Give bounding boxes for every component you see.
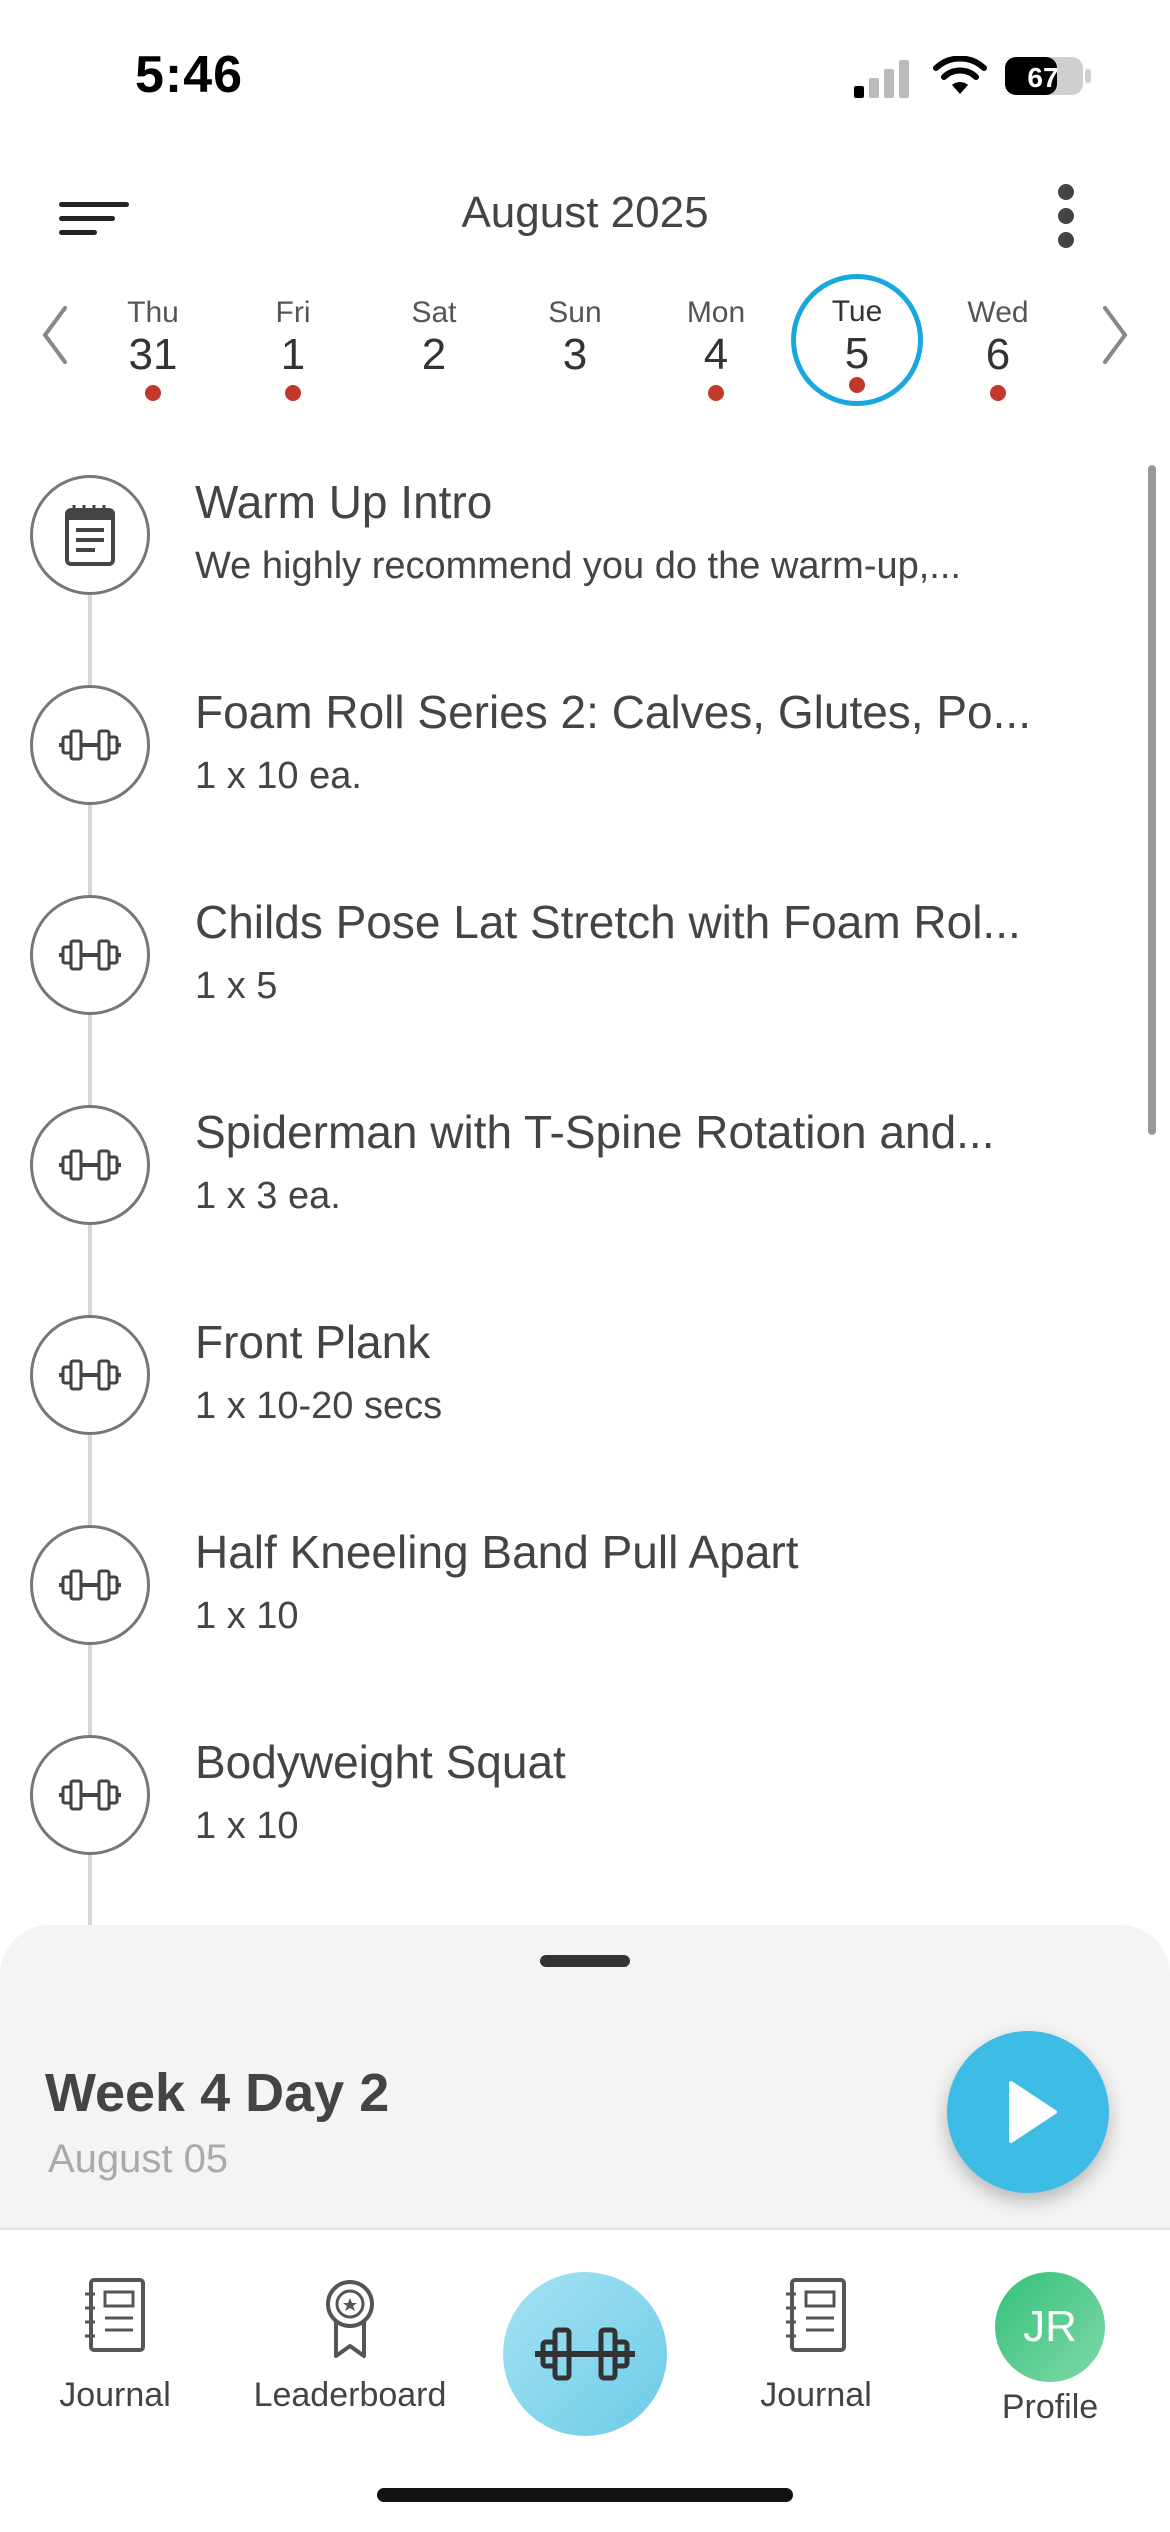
item-title: Half Kneeling Band Pull Apart: [195, 1526, 799, 1578]
dumbbell-icon: [59, 939, 121, 971]
dumbbell-icon: [59, 729, 121, 761]
avatar: JR: [995, 2272, 1105, 2382]
day-sat-2[interactable]: Sat 2: [374, 280, 494, 400]
item-icon-circle: [30, 1735, 150, 1855]
workout-date: August 05: [48, 2137, 229, 2181]
item-icon-circle: [30, 1525, 150, 1645]
day-number: 1: [280, 330, 306, 379]
dumbbell-icon: [535, 2327, 635, 2381]
day-name: Sun: [548, 296, 602, 329]
chevron-left-icon[interactable]: [35, 300, 75, 370]
item-subtitle: 1 x 10: [195, 1805, 299, 1847]
status-bar: 5:46 67: [0, 0, 1170, 150]
week-strip: Thu 31 Fri 1 Sat 2 Sun 3 Mon 4 Tue 5 Wed…: [0, 270, 1170, 410]
battery-level: 67: [1027, 62, 1058, 93]
item-subtitle: 1 x 3 ea.: [195, 1175, 341, 1217]
tab-label: Journal: [760, 2376, 872, 2414]
day-tue-5-selected[interactable]: Tue 5: [791, 274, 923, 406]
item-subtitle: 1 x 10: [195, 1595, 299, 1637]
day-name: Thu: [127, 296, 179, 329]
month-title[interactable]: August 2025: [0, 188, 1170, 238]
list-scrollbar[interactable]: [1148, 465, 1156, 1135]
item-title: Warm Up Intro: [195, 476, 493, 528]
day-number: 2: [421, 330, 447, 379]
list-item-childs-pose[interactable]: Childs Pose Lat Stretch with Foam Rol...…: [0, 875, 1150, 1085]
journal-icon: [786, 2278, 846, 2352]
list-item-bodyweight-squat[interactable]: Bodyweight Squat 1 x 10: [0, 1715, 1150, 1925]
tab-journal[interactable]: Journal: [15, 2272, 215, 2452]
item-subtitle: 1 x 10 ea.: [195, 755, 362, 797]
day-wed-6[interactable]: Wed 6: [938, 280, 1058, 401]
day-activity-dot: [990, 385, 1006, 401]
tab-workouts-center[interactable]: [503, 2272, 667, 2436]
journal-icon: [85, 2278, 145, 2352]
day-fri-1[interactable]: Fri 1: [233, 280, 353, 401]
list-item-foam-roll[interactable]: Foam Roll Series 2: Calves, Glutes, Po..…: [0, 665, 1150, 875]
item-title: Foam Roll Series 2: Calves, Glutes, Po..…: [195, 686, 1031, 738]
dumbbell-icon: [59, 1569, 121, 1601]
more-options-icon[interactable]: [1040, 170, 1090, 260]
wifi-icon: [933, 56, 987, 94]
tab-label: Journal: [59, 2376, 171, 2414]
battery-icon: 67: [1005, 57, 1091, 95]
home-indicator[interactable]: [377, 2488, 793, 2502]
app-header: August 2025: [0, 160, 1170, 270]
day-name: Fri: [275, 296, 311, 329]
day-name: Mon: [686, 296, 746, 329]
list-item-warm-up-intro[interactable]: Warm Up Intro We highly recommend you do…: [0, 455, 1150, 665]
tab-label: Leaderboard: [253, 2376, 447, 2414]
tab-leaderboard[interactable]: Leaderboard: [250, 2272, 450, 2452]
dumbbell-icon: [59, 1149, 121, 1181]
item-title: Bodyweight Squat: [195, 1736, 566, 1788]
day-number: 31: [128, 330, 178, 379]
list-item-spiderman[interactable]: Spiderman with T-Spine Rotation and... 1…: [0, 1085, 1150, 1295]
cellular-signal-icon: [854, 60, 909, 98]
day-sun-3[interactable]: Sun 3: [515, 280, 635, 400]
day-name: Tue: [831, 295, 883, 328]
item-subtitle: 1 x 10-20 secs: [195, 1385, 443, 1427]
day-activity-dot: [708, 385, 724, 401]
item-title: Spiderman with T-Spine Rotation and...: [195, 1106, 995, 1158]
day-thu-31[interactable]: Thu 31: [93, 280, 213, 401]
item-subtitle: We highly recommend you do the warm-up,.…: [195, 545, 961, 587]
day-activity-dot: [145, 385, 161, 401]
list-item-band-pull-apart[interactable]: Half Kneeling Band Pull Apart 1 x 10: [0, 1505, 1150, 1715]
award-ribbon-icon: [326, 2280, 374, 2358]
day-activity-dot: [849, 377, 865, 393]
bottom-tab-bar: Journal Leaderboard Journal JR Profile: [0, 2232, 1170, 2532]
item-icon-circle: [30, 1105, 150, 1225]
day-number: 3: [562, 330, 588, 379]
workout-title: Week 4 Day 2: [45, 2063, 390, 2123]
play-icon: [1009, 2081, 1057, 2143]
item-icon-circle: [30, 1315, 150, 1435]
status-time: 5:46: [135, 46, 244, 104]
day-name: Sat: [411, 296, 457, 329]
exercise-list: Warm Up Intro We highly recommend you do…: [0, 440, 1150, 1930]
day-number: 4: [703, 330, 729, 379]
item-icon-circle: [30, 895, 150, 1015]
dumbbell-icon: [59, 1359, 121, 1391]
day-number: 5: [844, 329, 870, 378]
item-title: Front Plank: [195, 1316, 431, 1368]
tab-label: Profile: [1001, 2388, 1099, 2426]
day-number: 6: [985, 330, 1011, 379]
start-workout-button[interactable]: [947, 2031, 1109, 2193]
item-icon-circle: [30, 685, 150, 805]
workout-bottom-sheet[interactable]: Week 4 Day 2 August 05: [0, 1925, 1170, 2230]
sheet-grabber-handle[interactable]: [540, 1955, 630, 1967]
item-title: Childs Pose Lat Stretch with Foam Rol...: [195, 896, 1021, 948]
notepad-icon: [65, 505, 115, 566]
list-item-front-plank[interactable]: Front Plank 1 x 10-20 secs: [0, 1295, 1150, 1505]
item-subtitle: 1 x 5: [195, 965, 278, 1007]
day-activity-dot: [285, 385, 301, 401]
dumbbell-icon: [59, 1779, 121, 1811]
tab-profile[interactable]: JR Profile: [950, 2272, 1150, 2452]
item-icon-circle: [30, 475, 150, 595]
chevron-right-icon[interactable]: [1095, 300, 1135, 370]
day-mon-4[interactable]: Mon 4: [656, 280, 776, 401]
tab-journal-2[interactable]: Journal: [716, 2272, 916, 2452]
day-name: Wed: [967, 296, 1029, 329]
